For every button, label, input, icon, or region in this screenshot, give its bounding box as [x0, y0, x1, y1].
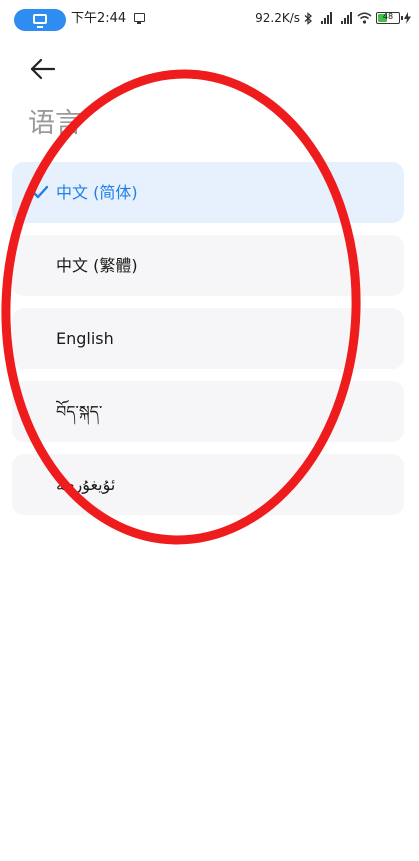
battery-level: 48 [382, 12, 394, 21]
notification-icon [134, 13, 145, 24]
bluetooth-icon [304, 11, 312, 25]
back-button[interactable] [22, 52, 62, 86]
signal-hd-icon-2 [337, 12, 353, 24]
language-item-zh-hans[interactable]: 中文 (简体) [12, 162, 404, 223]
language-item-uyghur[interactable]: ئۇيغۇرچە [12, 454, 404, 515]
screen-cast-icon[interactable] [14, 9, 66, 31]
page-title: 语言 [28, 108, 82, 139]
check-icon [31, 185, 49, 199]
language-item-tibetan[interactable]: བོད་སྐད་ [12, 381, 404, 442]
language-label: 中文 (简体) [56, 183, 138, 202]
language-label: 中文 (繁體) [56, 256, 138, 275]
battery-icon: 48 [376, 12, 403, 24]
wifi-icon [357, 12, 372, 24]
language-item-english[interactable]: English [12, 308, 404, 369]
net-speed: 92.2K/s [255, 11, 300, 25]
back-arrow-icon [30, 58, 56, 80]
language-item-zh-hant[interactable]: 中文 (繁體) [12, 235, 404, 296]
language-label: ئۇيغۇرچە [56, 475, 116, 494]
status-time: 下午2:44 [71, 11, 127, 26]
status-icons: 92.2K/s 48 [255, 10, 411, 26]
language-label: བོད་སྐད་ [56, 402, 103, 421]
status-bar: 下午2:44 92.2K/s 48 [0, 0, 419, 38]
charging-icon [404, 12, 411, 24]
language-label: English [56, 329, 114, 348]
signal-hd-icon [317, 12, 333, 24]
language-settings-screen: 下午2:44 92.2K/s 48 语言 中文 (简体) 中文 (繁體) Eng… [0, 0, 419, 861]
